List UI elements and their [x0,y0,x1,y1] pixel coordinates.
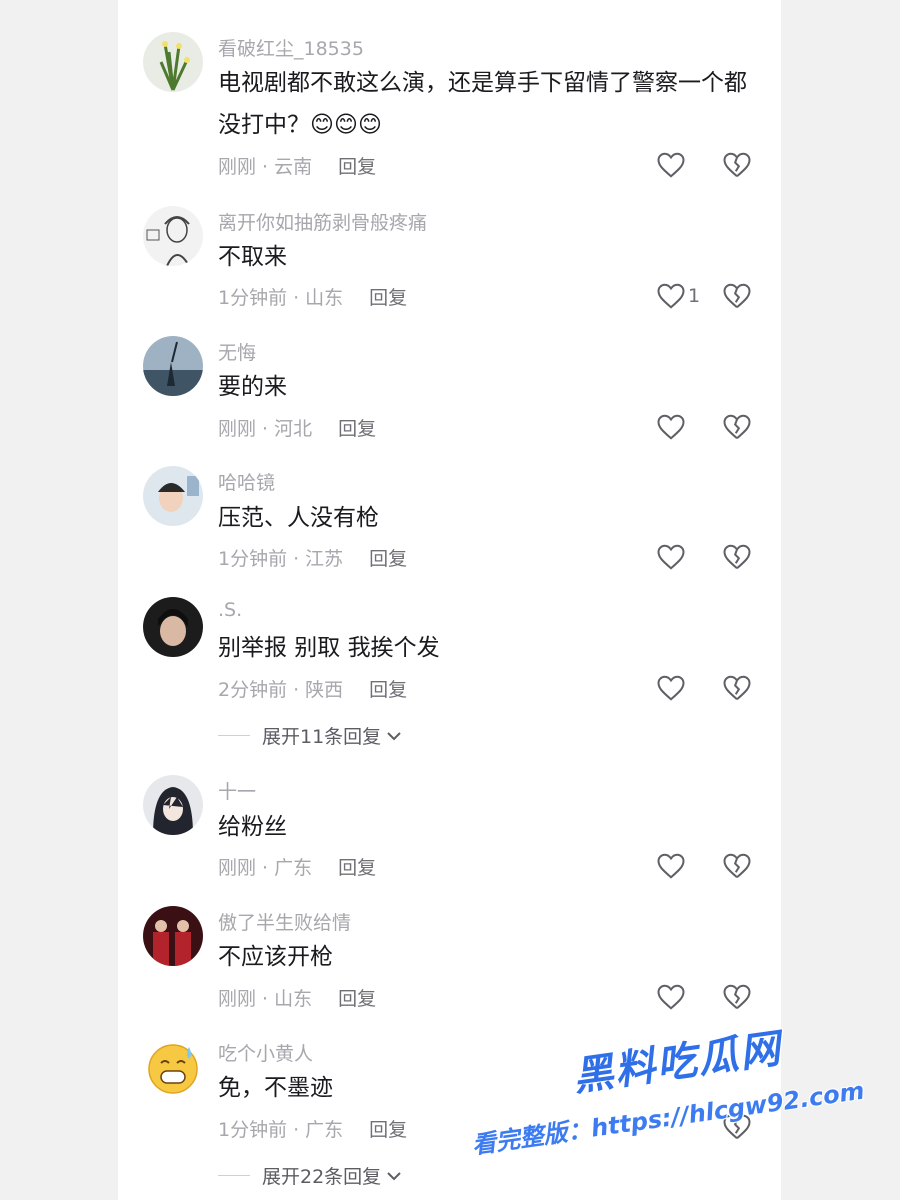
meta-separator: · [262,156,269,178]
comment-time: 刚刚 [218,988,257,1010]
comment-time: 1分钟前 [218,548,288,570]
comment-location: 山东 [274,988,313,1010]
heart-outline-icon [657,853,685,879]
avatar[interactable] [143,32,203,92]
avatar[interactable] [143,597,203,657]
username[interactable]: 哈哈镜 [218,468,275,495]
broken-heart-icon[interactable] [722,674,752,702]
reply-button[interactable]: 回复 [338,418,376,440]
like-button[interactable] [656,412,688,442]
username[interactable]: 吃个小黄人 [218,1039,313,1066]
comment-meta: 刚刚 · 河北 回复 [218,414,376,441]
expand-replies-button[interactable]: 展开22条回复 [218,1162,403,1189]
comment-meta: 1分钟前 · 江苏 回复 [218,544,407,571]
meta-separator: · [293,679,300,701]
meta-separator: · [262,988,269,1010]
emoji: 😊😊😊 [310,112,382,138]
heart-outline-icon [657,544,685,570]
comment-time: 1分钟前 [218,287,288,309]
divider [218,1175,250,1176]
broken-heart-icon[interactable] [722,151,752,179]
reply-button[interactable]: 回复 [338,156,376,178]
reply-button[interactable]: 回复 [369,1119,407,1141]
comment-time: 2分钟前 [218,679,288,701]
comment-meta: 1分钟前 · 山东 回复 [218,283,407,310]
like-button[interactable] [656,542,688,572]
comment-text: 要的来 [218,374,287,400]
username[interactable]: .S. [218,599,242,621]
like-button[interactable] [656,150,688,180]
avatar[interactable] [143,1037,203,1097]
comment-time: 刚刚 [218,156,257,178]
meta-separator: · [293,287,300,309]
expand-replies-button[interactable]: 展开11条回复 [218,722,403,749]
comment-text: 不取来 [218,244,287,270]
heart-outline-icon [657,414,685,440]
comment-text: 压范、人没有枪 [218,505,379,531]
heart-outline-icon [657,152,685,178]
chevron-down-icon [387,1171,401,1180]
reply-button[interactable]: 回复 [369,287,407,309]
comment-meta: 刚刚 · 山东 回复 [218,984,376,1011]
avatar[interactable] [143,775,203,835]
comment-text: 不应该开枪 [218,944,333,970]
comment-text: 别举报 别取 我挨个发 [218,635,440,661]
comment-location: 陕西 [305,679,344,701]
comment-text: 给粉丝 [218,814,287,840]
comment-time: 刚刚 [218,418,257,440]
heart-outline-icon [657,984,685,1010]
meta-separator: · [293,548,300,570]
like-button[interactable] [656,851,688,881]
heart-outline-icon [657,675,685,701]
avatar[interactable] [143,906,203,966]
avatar[interactable] [143,466,203,526]
username[interactable]: 傲了半生败给情 [218,908,351,935]
avatar[interactable] [143,336,203,396]
comment-text: 电视剧都不敢这么演，还是算手下留情了警察一个都没打中？😊😊😊 [218,62,766,146]
comment-meta: 刚刚 · 广东 回复 [218,853,376,880]
comment-location: 云南 [274,156,313,178]
username[interactable]: 看破红尘_18535 [218,34,364,61]
username[interactable]: 十一 [218,777,256,804]
comment-location: 河北 [274,418,313,440]
like-button[interactable] [656,982,688,1012]
heart-outline-icon [657,283,685,309]
broken-heart-icon[interactable] [722,543,752,571]
reply-button[interactable]: 回复 [369,548,407,570]
reply-button[interactable]: 回复 [338,988,376,1010]
broken-heart-icon[interactable] [722,413,752,441]
divider [218,735,250,736]
meta-separator: · [262,857,269,879]
reply-button[interactable]: 回复 [369,679,407,701]
comment-time: 刚刚 [218,857,257,879]
username[interactable]: 无悔 [218,338,256,365]
comment-location: 广东 [274,857,313,879]
comment-meta: 刚刚 · 云南 回复 [218,152,376,179]
comment-location: 广东 [305,1119,344,1141]
avatar[interactable] [143,206,203,266]
comment-location: 山东 [305,287,344,309]
like-button[interactable]: 1 [656,281,700,311]
like-button[interactable] [656,673,688,703]
expand-replies-label: 展开11条回复 [262,726,382,748]
comment-meta: 2分钟前 · 陕西 回复 [218,675,407,702]
meta-separator: · [262,418,269,440]
comment-body: 电视剧都不敢这么演，还是算手下留情了警察一个都没打中？ [218,70,747,138]
comment-location: 江苏 [305,548,344,570]
broken-heart-icon[interactable] [722,852,752,880]
broken-heart-icon[interactable] [722,983,752,1011]
broken-heart-icon[interactable] [722,282,752,310]
like-count: 1 [688,285,701,307]
username[interactable]: 离开你如抽筋剥骨般疼痛 [218,208,427,235]
comment-time: 1分钟前 [218,1119,288,1141]
comment-meta: 1分钟前 · 广东 回复 [218,1115,407,1142]
meta-separator: · [293,1119,300,1141]
chevron-down-icon [387,731,401,740]
comment-panel: 看破红尘_18535 电视剧都不敢这么演，还是算手下留情了警察一个都没打中？😊😊… [118,0,781,1200]
reply-button[interactable]: 回复 [338,857,376,879]
expand-replies-label: 展开22条回复 [262,1166,382,1188]
